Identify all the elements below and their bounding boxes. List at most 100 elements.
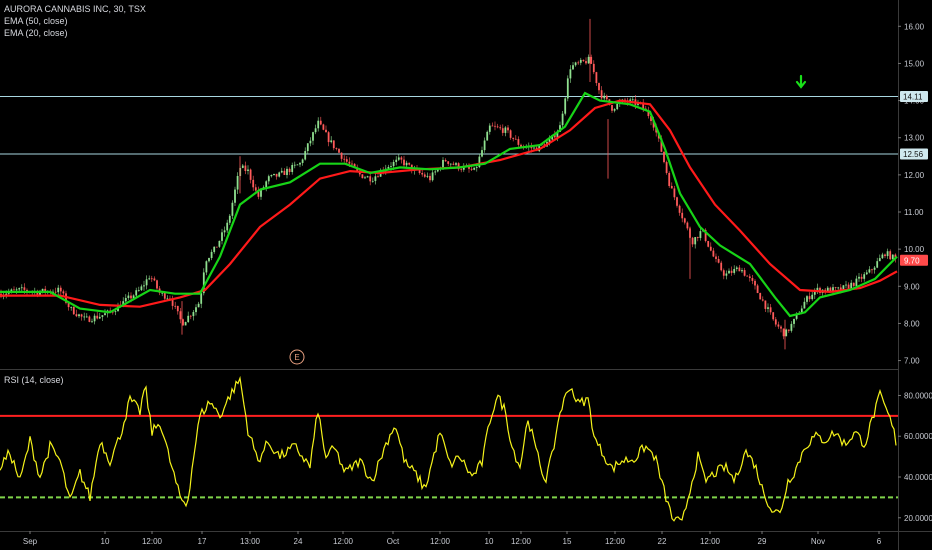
candle-body — [325, 129, 327, 133]
rsi-tick-label: 80.0000 — [904, 391, 932, 400]
candle-body — [273, 173, 275, 175]
candle-body — [774, 319, 777, 325]
time-tick-label: 10 — [485, 537, 494, 546]
candle-body — [850, 282, 853, 289]
candle-body — [397, 157, 400, 160]
candle-body — [564, 98, 567, 114]
candle-body — [816, 287, 819, 291]
candle-body — [403, 159, 405, 166]
candle-body — [886, 251, 889, 257]
candle-body — [187, 315, 190, 323]
candle-body — [603, 95, 606, 99]
candle-body — [751, 278, 754, 281]
candle-body — [322, 124, 325, 130]
candle-body — [421, 173, 424, 175]
candle-body — [808, 296, 811, 300]
candle-body — [533, 147, 535, 149]
price-tick-label: 7.00 — [904, 357, 920, 366]
down-arrow-icon — [795, 74, 807, 89]
candle-body — [891, 254, 894, 260]
candle-body — [13, 289, 15, 291]
time-tick-label: Sep — [23, 537, 38, 546]
candle-body — [803, 301, 806, 309]
candle-body — [301, 159, 304, 163]
earnings-marker-icon: E — [289, 349, 305, 365]
candle-body — [780, 326, 782, 329]
candle-body — [595, 72, 598, 84]
candle-body — [278, 172, 281, 177]
candle-body — [335, 148, 338, 149]
candle-body — [574, 62, 577, 66]
candle-body — [330, 140, 333, 143]
candle-body — [785, 329, 788, 337]
rsi-legend: RSI (14, close) — [4, 375, 64, 385]
candle-body — [681, 212, 684, 219]
time-tick-label: 17 — [198, 537, 207, 546]
rsi-pane[interactable] — [0, 375, 898, 522]
candle-body — [481, 150, 483, 157]
candle-body — [811, 294, 814, 300]
candle-body — [884, 254, 886, 257]
candle-body — [691, 237, 694, 245]
candle-body — [395, 159, 398, 162]
candle-body — [686, 222, 689, 229]
candle-body — [241, 165, 244, 168]
candle-body — [455, 163, 457, 165]
candle-body — [668, 172, 671, 186]
candle-body — [577, 62, 580, 64]
candle-body — [299, 162, 301, 165]
candle-body — [143, 285, 145, 287]
candle-body — [449, 163, 452, 165]
candle-body — [777, 324, 780, 327]
candle-body — [444, 159, 447, 162]
candle-body — [598, 83, 600, 91]
candle-body — [572, 65, 574, 70]
candle-body — [561, 113, 564, 126]
candle-body — [332, 140, 335, 149]
ema50-legend: EMA (50, close) — [4, 16, 68, 26]
candle-body — [306, 143, 309, 152]
candle-body — [611, 105, 613, 111]
ema20-line — [0, 91, 898, 318]
candle-body — [501, 128, 504, 133]
candle-body — [83, 316, 86, 318]
down-arrow-shape — [795, 74, 807, 89]
time-tick-label: 13:00 — [240, 537, 261, 546]
candle-body — [715, 256, 717, 259]
time-tick-label: 12:00 — [605, 537, 626, 546]
candle-body — [23, 287, 26, 290]
candle-body — [746, 275, 749, 277]
time-tick-label: 12:00 — [333, 537, 354, 546]
candle-body — [590, 56, 593, 64]
candle-body — [228, 215, 231, 223]
candle-body — [889, 251, 892, 260]
candle-body — [873, 267, 876, 270]
candle-body — [57, 287, 60, 293]
candle-body — [712, 250, 715, 257]
candle-body — [494, 125, 496, 127]
candle-body — [364, 177, 366, 179]
candle-body — [286, 168, 288, 175]
candle-body — [447, 161, 450, 164]
time-tick-label: 12:00 — [700, 537, 721, 546]
candle-body — [787, 329, 790, 331]
candle-body — [88, 316, 91, 322]
candle-body — [291, 165, 294, 172]
candle-body — [101, 315, 104, 317]
candle-body — [486, 131, 489, 141]
candle-body — [793, 318, 795, 324]
candle-body — [676, 197, 678, 206]
stock-chart[interactable]: E 16.0015.0014.0013.0012.0011.0010.009.0… — [0, 0, 932, 550]
candle-body — [845, 284, 847, 286]
candle-body — [452, 163, 455, 165]
candle-body — [673, 188, 676, 198]
candle-body — [442, 159, 444, 169]
candle-body — [847, 284, 850, 289]
candle-body — [496, 126, 499, 128]
candle-body — [761, 299, 764, 301]
price-pane[interactable]: E — [0, 18, 898, 365]
candle-body — [78, 314, 80, 317]
candle-body — [769, 307, 772, 313]
time-tick-label: 6 — [877, 537, 882, 546]
candle-body — [587, 56, 590, 64]
